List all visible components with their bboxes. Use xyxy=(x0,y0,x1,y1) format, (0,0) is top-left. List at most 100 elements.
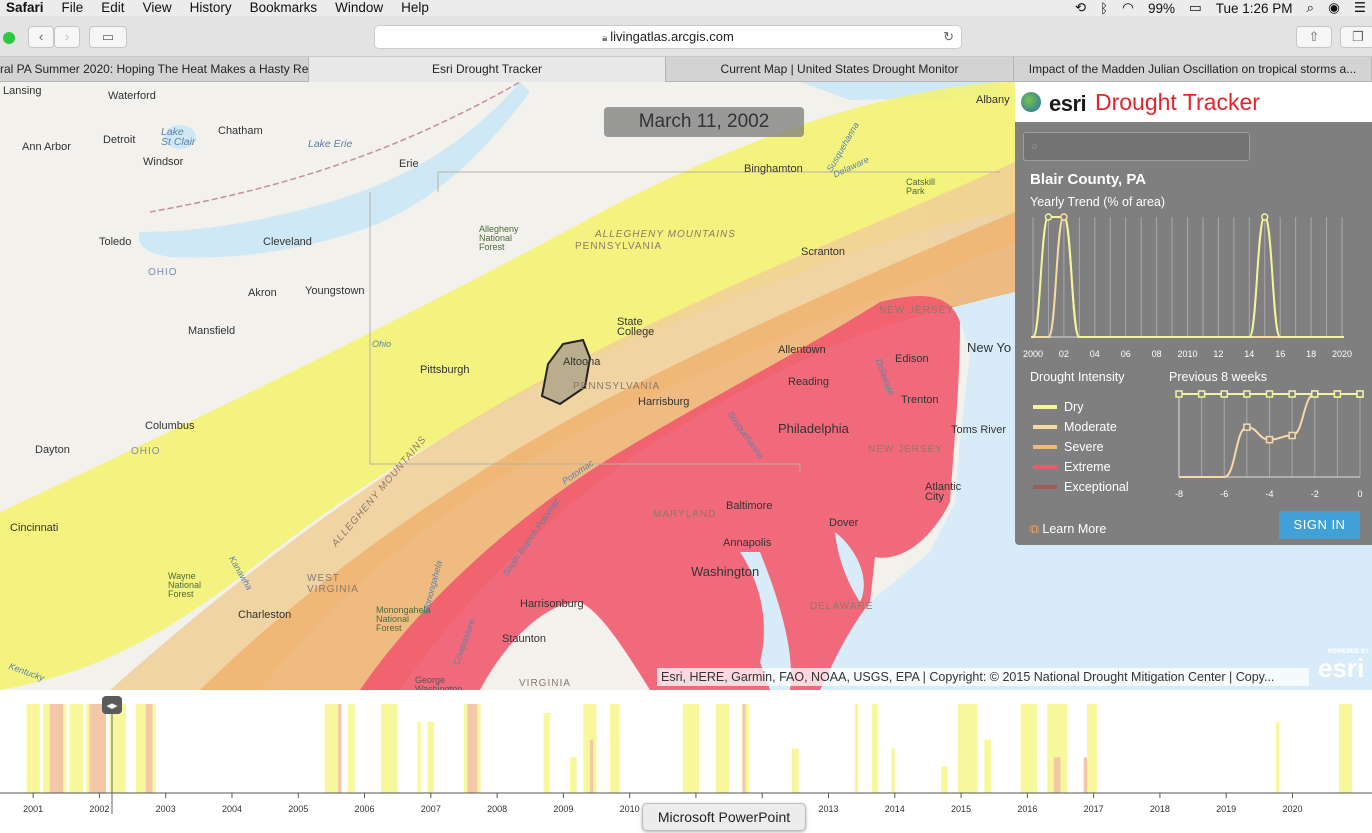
timeline-bar-dry xyxy=(957,704,978,793)
place-charleston: Charleston xyxy=(238,609,292,621)
place-ann-arbor: Ann Arbor xyxy=(22,141,71,153)
region-ohio-1: OHIO xyxy=(148,267,178,278)
timeline-bar-dry xyxy=(609,704,620,793)
timeline-bar-moderate xyxy=(1083,757,1087,793)
siri-icon[interactable]: ◉ xyxy=(1328,0,1340,16)
menu-edit[interactable]: Edit xyxy=(92,0,133,16)
timeline-bar-dry xyxy=(792,748,799,793)
timeline-bar-dry xyxy=(347,704,355,793)
park-catskill: Catskill Park xyxy=(906,177,936,196)
tab-esri-drought-tracker[interactable]: Esri Drought Tracker xyxy=(309,57,666,82)
previous-weeks-chart[interactable]: -8 -6 -4 -2 0 xyxy=(1161,382,1366,512)
timeline-bar-dry xyxy=(417,721,421,793)
timeline-tick-label: 2018 xyxy=(1150,804,1170,814)
bluetooth-icon[interactable]: ᛒ xyxy=(1100,1,1108,16)
yearly-point-dry xyxy=(1216,336,1221,338)
place-edison: Edison xyxy=(895,353,929,365)
yearly-trend-chart[interactable]: 2000 02 04 06 08 2010 12 14 16 18 2020 xyxy=(1015,207,1372,367)
timeline-bar-dry xyxy=(583,704,597,793)
external-link-icon: ⧉ xyxy=(1030,522,1043,536)
forward-button[interactable]: › xyxy=(54,26,80,48)
spotlight-icon[interactable]: ⌕ xyxy=(1307,0,1315,16)
timeline-bar-dry xyxy=(682,704,700,793)
menu-app-safari[interactable]: Safari xyxy=(0,0,53,16)
timeline-tick-label: 2001 xyxy=(23,804,43,814)
water-ohio-river: Ohio xyxy=(372,339,392,349)
timeline-bar-moderate xyxy=(49,704,63,793)
place-washington: Washington xyxy=(691,564,760,579)
tab-madden-julian[interactable]: Impact of the Madden Julian Oscillation … xyxy=(1014,57,1372,82)
yearly-point-moderate xyxy=(1046,336,1051,338)
tab-drought-monitor[interactable]: Current Map | United States Drought Moni… xyxy=(666,57,1014,82)
timeline-bar-dry xyxy=(984,739,991,793)
battery-icon[interactable]: ▭ xyxy=(1189,0,1202,16)
window-zoom-button[interactable] xyxy=(3,32,15,44)
timeline-bar-moderate xyxy=(742,704,746,793)
menu-help[interactable]: Help xyxy=(392,0,438,16)
yearly-tick-label: 18 xyxy=(1306,349,1316,359)
learn-more-link[interactable]: ⧉ Learn More xyxy=(1030,522,1106,537)
search-input[interactable] xyxy=(1023,132,1250,161)
menu-bar: Safari File Edit View History Bookmarks … xyxy=(0,0,1372,16)
yearly-point-dry xyxy=(1278,336,1283,338)
menu-file[interactable]: File xyxy=(53,0,93,16)
place-annapolis: Annapolis xyxy=(723,537,772,549)
place-harrisonburg: Harrisonburg xyxy=(520,598,584,610)
yearly-tick-label: 2000 xyxy=(1023,349,1043,359)
reload-icon[interactable]: ↻ xyxy=(943,26,954,48)
notification-center-icon[interactable]: ☰ xyxy=(1354,0,1366,16)
browser-toolbar: ‹ › ▭ 🔒︎ livingatlas.arcgis.com ↻ ⇧ ❐ xyxy=(0,16,1372,57)
time-machine-icon[interactable]: ⟲ xyxy=(1075,0,1086,16)
legend-dry: Dry xyxy=(1033,400,1083,414)
park-allegheny-nf: Allegheny National Forest xyxy=(479,224,519,252)
place-dover: Dover xyxy=(829,517,859,529)
timeline-bar-dry xyxy=(941,766,948,793)
address-bar[interactable]: 🔒︎ livingatlas.arcgis.com ↻ xyxy=(374,25,962,49)
weekly-point-moderate xyxy=(1243,423,1251,431)
tab-overview-button[interactable]: ❐ xyxy=(1340,26,1372,48)
legend-label-moderate: Moderate xyxy=(1064,420,1117,434)
tab-bar: ral PA Summer 2020: Hoping The Heat Make… xyxy=(0,57,1372,82)
weekly-tick-label: 0 xyxy=(1357,489,1362,499)
powered-by-esri-logo[interactable]: POWERED BY esri xyxy=(1318,649,1372,687)
legend-exceptional: Exceptional xyxy=(1033,480,1129,494)
yearly-point-dry xyxy=(1170,336,1175,338)
menu-window[interactable]: Window xyxy=(326,0,392,16)
clock[interactable]: Tue 1:26 PM xyxy=(1216,1,1293,16)
yearly-peak-marker xyxy=(1044,213,1053,221)
yearly-point-dry xyxy=(1185,336,1190,338)
timeline-bar-moderate xyxy=(89,704,107,793)
yearly-point-dry xyxy=(1154,336,1159,338)
wifi-icon[interactable]: ◠ xyxy=(1122,0,1134,16)
place-baltimore: Baltimore xyxy=(726,500,773,512)
timeline-bar-dry xyxy=(381,704,398,793)
menu-bookmarks[interactable]: Bookmarks xyxy=(241,0,327,16)
weekly-point-dry xyxy=(1288,390,1296,398)
tab-pa-summer[interactable]: ral PA Summer 2020: Hoping The Heat Make… xyxy=(0,57,309,82)
yearly-point-dry xyxy=(1231,336,1236,338)
water-lake-st-clair: Lake St Clair xyxy=(161,126,196,148)
timeline-bar-moderate xyxy=(467,704,478,793)
legend-label-extreme: Extreme xyxy=(1064,460,1111,474)
esri-logo: esri xyxy=(1049,91,1087,116)
yearly-point-dry xyxy=(1200,336,1205,338)
yearly-point-dry xyxy=(1340,336,1344,338)
yearly-tick-label: 2010 xyxy=(1177,349,1197,359)
timeline-tick-label: 2015 xyxy=(951,804,971,814)
menu-view[interactable]: View xyxy=(134,0,181,16)
weekly-point-dry xyxy=(1197,390,1206,398)
sign-in-button[interactable]: SIGN IN xyxy=(1279,511,1360,539)
place-binghamton: Binghamton xyxy=(744,163,803,175)
timeline-bar-dry xyxy=(1020,704,1038,793)
back-button[interactable]: ‹ xyxy=(28,26,54,48)
menu-history[interactable]: History xyxy=(181,0,241,16)
region-delaware: DELAWARE xyxy=(810,601,874,612)
yearly-tick-label: 12 xyxy=(1213,349,1223,359)
region-new-jersey-1: NEW JERSEY xyxy=(879,305,955,316)
map-attribution[interactable]: Esri, HERE, Garmin, FAO, NOAA, USGS, EPA… xyxy=(657,668,1309,686)
sidebar-button[interactable]: ▭ xyxy=(89,26,127,48)
timeline-bar-moderate xyxy=(338,704,342,793)
timeline-bar-dry xyxy=(324,704,339,793)
share-button[interactable]: ⇧ xyxy=(1296,26,1332,48)
battery-percent[interactable]: 99% xyxy=(1148,1,1175,16)
